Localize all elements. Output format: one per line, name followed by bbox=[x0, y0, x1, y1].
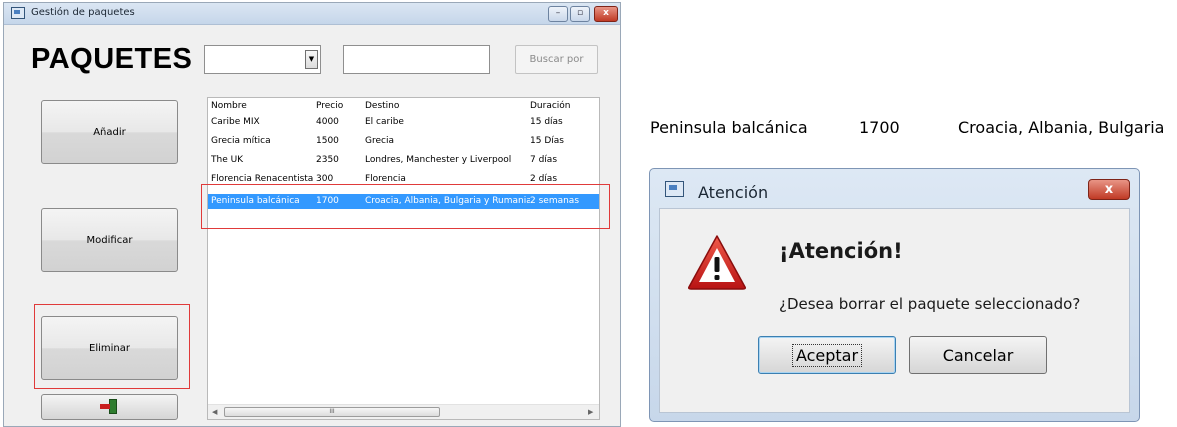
accept-button-label: Aceptar bbox=[791, 343, 863, 367]
cell-precio: 2350 bbox=[316, 155, 339, 165]
zoom-price: 1700 bbox=[859, 118, 900, 137]
maximize-button[interactable]: ▫ bbox=[570, 6, 590, 22]
cell-destino: Grecia bbox=[365, 136, 394, 146]
app-window-icon bbox=[11, 7, 25, 19]
cell-precio: 4000 bbox=[316, 117, 339, 127]
cell-duracion: 2 días bbox=[530, 174, 558, 181]
table-row[interactable]: Caribe MIX 4000 El caribe 15 días bbox=[208, 115, 599, 130]
cell-nombre: Florencia Renacentista bbox=[211, 174, 314, 181]
exit-button[interactable] bbox=[41, 394, 178, 420]
horizontal-scrollbar[interactable]: ◀ III ▶ bbox=[208, 404, 599, 419]
cell-duracion: 15 Días bbox=[530, 136, 564, 146]
app-window-icon bbox=[665, 181, 684, 197]
zoomed-selected-row: Peninsula balcánica 1700 Croacia, Albani… bbox=[650, 118, 1177, 142]
cell-nombre: The UK bbox=[211, 155, 244, 165]
cell-destino: El caribe bbox=[365, 117, 404, 127]
cell-nombre: Caribe MIX bbox=[211, 117, 260, 127]
column-header-destino[interactable]: Destino bbox=[365, 99, 530, 114]
scrollbar-thumb[interactable]: III bbox=[224, 407, 440, 417]
cell-duracion: 7 días bbox=[530, 155, 558, 165]
add-button[interactable]: Añadir bbox=[41, 100, 178, 164]
title-bar[interactable]: Gestión de paquetes – ▫ x bbox=[4, 3, 620, 25]
column-header-precio[interactable]: Precio bbox=[316, 99, 364, 114]
packages-list[interactable]: Nombre Precio Destino Duración Caribe MI… bbox=[207, 97, 600, 420]
cell-destino: Florencia bbox=[365, 174, 406, 181]
filter-combo[interactable]: ▼ bbox=[204, 45, 321, 74]
page-title: PAQUETES bbox=[31, 43, 193, 75]
close-button[interactable]: x bbox=[594, 6, 618, 22]
zoom-destination: Croacia, Albania, Bulgaria bbox=[958, 118, 1165, 137]
search-button[interactable]: Buscar por bbox=[515, 45, 598, 74]
dialog-heading: ¡Atención! bbox=[779, 239, 903, 263]
scroll-right-icon[interactable]: ▶ bbox=[588, 408, 593, 416]
delete-highlight-annotation bbox=[34, 304, 190, 389]
zoom-name: Peninsula balcánica bbox=[650, 118, 808, 137]
minimize-button[interactable]: – bbox=[548, 6, 568, 22]
row-highlight-annotation bbox=[201, 184, 610, 229]
accept-button[interactable]: Aceptar bbox=[758, 336, 896, 374]
table-row[interactable]: Florencia Renacentista 300 Florencia 2 d… bbox=[208, 172, 599, 181]
search-input[interactable] bbox=[343, 45, 490, 74]
warning-triangle-icon bbox=[688, 235, 746, 290]
table-row[interactable]: The UK 2350 Londres, Manchester y Liverp… bbox=[208, 153, 599, 168]
scroll-left-icon[interactable]: ◀ bbox=[212, 408, 217, 416]
chevron-down-icon[interactable]: ▼ bbox=[305, 50, 318, 69]
exit-door-icon bbox=[100, 399, 118, 414]
cell-precio: 1500 bbox=[316, 136, 339, 146]
cell-nombre: Grecia mítica bbox=[211, 136, 271, 146]
list-header: Nombre Precio Destino Duración bbox=[208, 99, 599, 114]
dialog-title: Atención bbox=[698, 183, 769, 202]
window-title: Gestión de paquetes bbox=[31, 7, 135, 18]
table-row[interactable]: Grecia mítica 1500 Grecia 15 Días bbox=[208, 134, 599, 149]
dialog-message: ¿Desea borrar el paquete seleccionado? bbox=[779, 295, 1081, 313]
column-header-duracion[interactable]: Duración bbox=[530, 99, 590, 114]
cell-duracion: 15 días bbox=[530, 117, 563, 127]
cancel-button[interactable]: Cancelar bbox=[909, 336, 1047, 374]
main-window: Gestión de paquetes – ▫ x PAQUETES ▼ Bus… bbox=[3, 2, 621, 427]
modify-button[interactable]: Modificar bbox=[41, 208, 178, 272]
cell-destino: Londres, Manchester y Liverpool bbox=[365, 155, 512, 165]
dialog-close-button[interactable]: x bbox=[1088, 179, 1130, 200]
dialog-body: ¡Atención! ¿Desea borrar el paquete sele… bbox=[659, 208, 1130, 413]
column-header-nombre[interactable]: Nombre bbox=[211, 99, 315, 114]
confirm-dialog: Atención x ¡Atención! ¿Desea borrar el p… bbox=[649, 168, 1140, 422]
cell-precio: 300 bbox=[316, 174, 334, 181]
